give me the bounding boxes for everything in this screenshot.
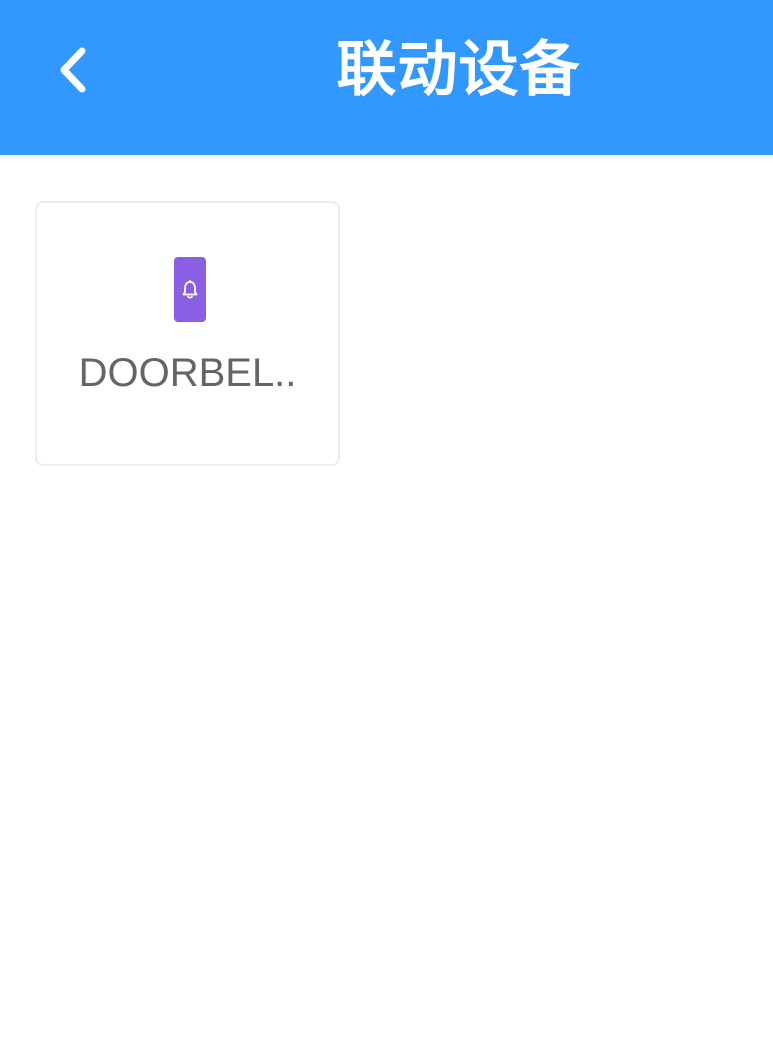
doorbell-icon (174, 257, 206, 322)
device-name: DOORBEL.. (78, 351, 297, 395)
top-app-bar: 联动设备 (0, 0, 773, 155)
device-grid: DOORBEL.. (0, 155, 773, 1060)
page-title: 联动设备 (336, 35, 581, 105)
device-card-doorbell[interactable]: DOORBEL.. (35, 201, 340, 466)
